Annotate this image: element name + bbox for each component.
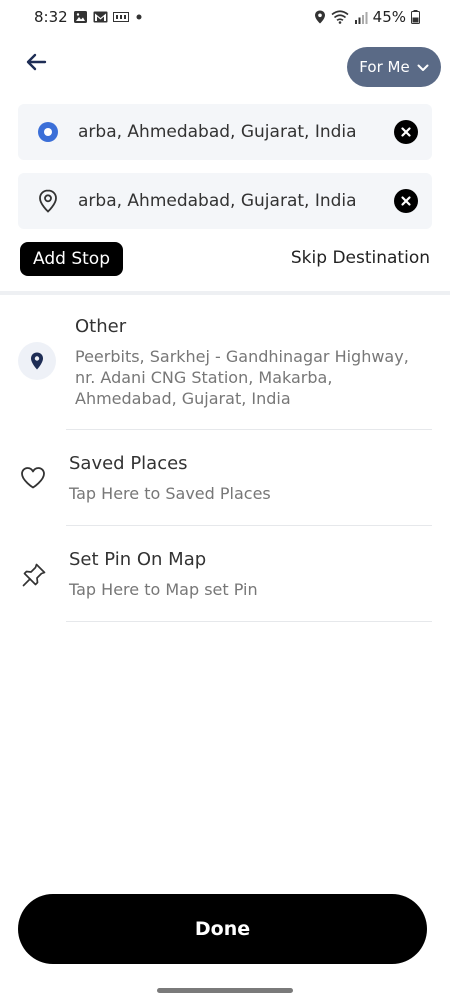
home-indicator[interactable]: [157, 988, 293, 993]
done-button[interactable]: Done: [18, 894, 427, 964]
battery-percent: 45%: [372, 8, 406, 26]
clear-pickup-button[interactable]: [394, 120, 418, 144]
suggestion-set-pin[interactable]: Set Pin On Map Tap Here to Map set Pin: [0, 536, 450, 623]
suggestion-title: Saved Places: [69, 453, 188, 474]
drop-location-text[interactable]: arba, Ahmedabad, Gujarat, India: [78, 191, 380, 211]
suggestion-other[interactable]: Other Peerbits, Sarkhej - Gandhinagar Hi…: [0, 300, 450, 432]
sim-icon: [112, 12, 129, 22]
for-me-label: For Me: [359, 58, 410, 76]
location-pin-icon: [18, 342, 56, 380]
location-icon: [314, 10, 326, 24]
pickup-location-text[interactable]: arba, Ahmedabad, Gujarat, India: [78, 122, 380, 142]
battery-icon: [411, 10, 420, 24]
suggestion-title: Other: [75, 316, 127, 337]
image-icon: [73, 10, 88, 24]
row-divider: [66, 621, 432, 622]
suggestion-title: Set Pin On Map: [69, 549, 207, 570]
dot-icon: [134, 12, 144, 22]
chevron-down-icon: [417, 58, 429, 76]
skip-destination-button[interactable]: Skip Destination: [291, 248, 430, 268]
close-icon: [400, 123, 412, 142]
map-pin-icon: [18, 189, 78, 213]
row-divider: [66, 525, 432, 526]
pickup-location-field[interactable]: arba, Ahmedabad, Gujarat, India: [18, 104, 432, 160]
for-me-dropdown[interactable]: For Me: [347, 47, 441, 87]
section-divider: [0, 291, 450, 295]
status-time: 8:32: [34, 8, 68, 26]
row-divider: [66, 429, 432, 430]
suggestion-subtitle: Tap Here to Saved Places: [69, 484, 271, 503]
clear-drop-button[interactable]: [394, 189, 418, 213]
back-button[interactable]: [22, 50, 50, 78]
drop-location-field[interactable]: arba, Ahmedabad, Gujarat, India: [18, 173, 432, 229]
heart-icon: [20, 466, 46, 494]
suggestion-saved-places[interactable]: Saved Places Tap Here to Saved Places: [0, 440, 450, 527]
suggestion-address: Peerbits, Sarkhej - Gandhinagar Highway,…: [75, 347, 409, 408]
wifi-icon: [331, 10, 349, 24]
gmail-icon: [93, 11, 108, 23]
close-icon: [400, 192, 412, 211]
arrow-left-icon: [25, 53, 47, 75]
pushpin-icon: [21, 562, 47, 592]
radio-dot-icon: [18, 121, 78, 143]
suggestion-subtitle: Tap Here to Map set Pin: [69, 580, 258, 599]
status-bar: 8:32 45%: [0, 0, 450, 34]
add-stop-button[interactable]: Add Stop: [20, 242, 123, 276]
signal-icon: [354, 11, 368, 24]
